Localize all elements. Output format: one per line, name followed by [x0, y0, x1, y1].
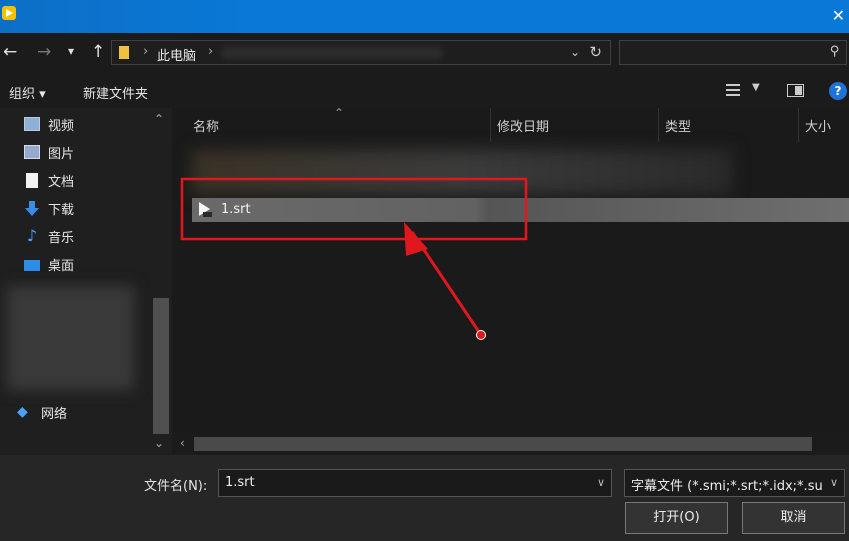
recent-locations-chevron-icon[interactable]: ▾	[68, 44, 74, 58]
blurred-file-row	[192, 150, 732, 194]
forward-arrow-icon[interactable]: →	[37, 42, 51, 62]
sidebar-item-label: 图片	[48, 146, 75, 162]
column-divider[interactable]	[798, 108, 799, 142]
organize-menu-button[interactable]: 组织 ▾	[9, 83, 46, 102]
cancel-button[interactable]: 取消	[742, 502, 845, 534]
pictures-folder-icon	[24, 145, 40, 159]
file-row-selected[interactable]: 1.srt	[192, 198, 849, 222]
filename-input[interactable]: 1.srt	[218, 469, 612, 497]
scroll-up-icon[interactable]: ⌃	[154, 112, 164, 126]
column-header-size[interactable]: 大小	[805, 116, 831, 135]
horizontal-scroll-thumb[interactable]	[194, 437, 812, 451]
horizontal-scrollbar[interactable]: ‹	[172, 433, 849, 455]
help-icon[interactable]: ?	[829, 82, 847, 100]
sidebar-item-network[interactable]: ◆ 网络	[17, 401, 67, 423]
desktop-folder-icon	[24, 259, 40, 271]
filename-dropdown-chevron-icon[interactable]: ∨	[597, 476, 605, 489]
filename-label: 文件名(N):	[144, 479, 208, 494]
sidebar-item-music[interactable]: ♪ 音乐	[24, 225, 74, 247]
view-options-icon[interactable]	[726, 84, 740, 96]
download-folder-icon	[24, 200, 40, 216]
address-history-chevron-icon[interactable]: ⌄	[570, 45, 580, 59]
sidebar-item-desktop[interactable]: 桌面	[24, 253, 74, 275]
dialog-footer: 文件名(N): 1.srt ∨ 字幕文件 (*.smi;*.srt;*.idx;…	[0, 455, 849, 541]
sidebar-item-documents[interactable]: 文档	[24, 169, 74, 191]
sidebar-item-label: 网络	[41, 406, 68, 422]
video-folder-icon	[24, 117, 40, 131]
breadcrumb-blurred-path	[222, 47, 442, 59]
view-options-chevron-icon[interactable]: ▼	[752, 82, 760, 93]
preview-pane-icon[interactable]	[787, 84, 804, 97]
breadcrumb-separator[interactable]: ›	[143, 44, 148, 59]
sidebar-item-label: 下载	[48, 202, 75, 218]
folder-icon	[119, 46, 129, 59]
sidebar-item-label: 音乐	[48, 230, 75, 246]
documents-folder-icon	[26, 172, 38, 188]
scroll-left-icon[interactable]: ‹	[180, 436, 185, 450]
back-arrow-icon[interactable]: ←	[3, 42, 17, 62]
column-header-modified[interactable]: 修改日期	[497, 116, 549, 135]
subtitle-file-icon	[197, 202, 212, 218]
scroll-down-icon[interactable]: ⌄	[154, 436, 164, 450]
network-icon: ◆	[17, 404, 28, 420]
close-icon[interactable]: ✕	[832, 6, 845, 25]
column-header-type[interactable]: 类型	[665, 116, 691, 135]
column-divider[interactable]	[658, 108, 659, 142]
search-input[interactable]: ⚲	[619, 40, 847, 65]
sort-ascending-icon: ⌃	[334, 106, 345, 120]
sidebar-item-pictures[interactable]: 图片	[24, 141, 74, 163]
column-header-name[interactable]: 名称	[193, 116, 219, 135]
app-icon	[2, 6, 16, 20]
address-bar[interactable]: › 此电脑 › ⌄ ↻	[111, 40, 611, 65]
filetype-dropdown-chevron-icon[interactable]: ∨	[830, 476, 838, 489]
sidebar-scroll-thumb[interactable]	[153, 298, 169, 434]
file-name: 1.srt	[221, 202, 251, 217]
title-bar: ✕	[0, 0, 849, 33]
sidebar-item-label: 文档	[48, 174, 75, 190]
search-icon: ⚲	[830, 44, 840, 59]
column-divider[interactable]	[490, 108, 491, 142]
navigation-pane: 视频 图片 文档 下载 ♪ 音乐 桌面 ◆ 网络 ⌃ ⌄	[0, 108, 172, 455]
filetype-select[interactable]: 字幕文件 (*.smi;*.srt;*.idx;*.su	[624, 469, 845, 497]
blurred-drives-area	[7, 286, 134, 390]
sidebar-item-label: 桌面	[48, 258, 75, 274]
breadcrumb-this-pc[interactable]: 此电脑	[157, 45, 196, 64]
command-bar: 组织 ▾ 新建文件夹 ▼ ?	[0, 73, 849, 108]
open-button[interactable]: 打开(O)	[625, 502, 728, 534]
refresh-icon[interactable]: ↻	[589, 43, 602, 61]
sidebar-item-downloads[interactable]: 下载	[24, 197, 74, 219]
file-list: 名称 ⌃ 修改日期 类型 大小 1.srt	[172, 106, 849, 455]
new-folder-button[interactable]: 新建文件夹	[83, 83, 148, 102]
breadcrumb-separator[interactable]: ›	[208, 44, 213, 59]
up-arrow-icon[interactable]: ↑	[91, 42, 105, 62]
music-folder-icon: ♪	[26, 226, 38, 245]
sidebar-item-videos[interactable]: 视频	[24, 113, 74, 135]
sidebar-item-label: 视频	[48, 118, 75, 134]
